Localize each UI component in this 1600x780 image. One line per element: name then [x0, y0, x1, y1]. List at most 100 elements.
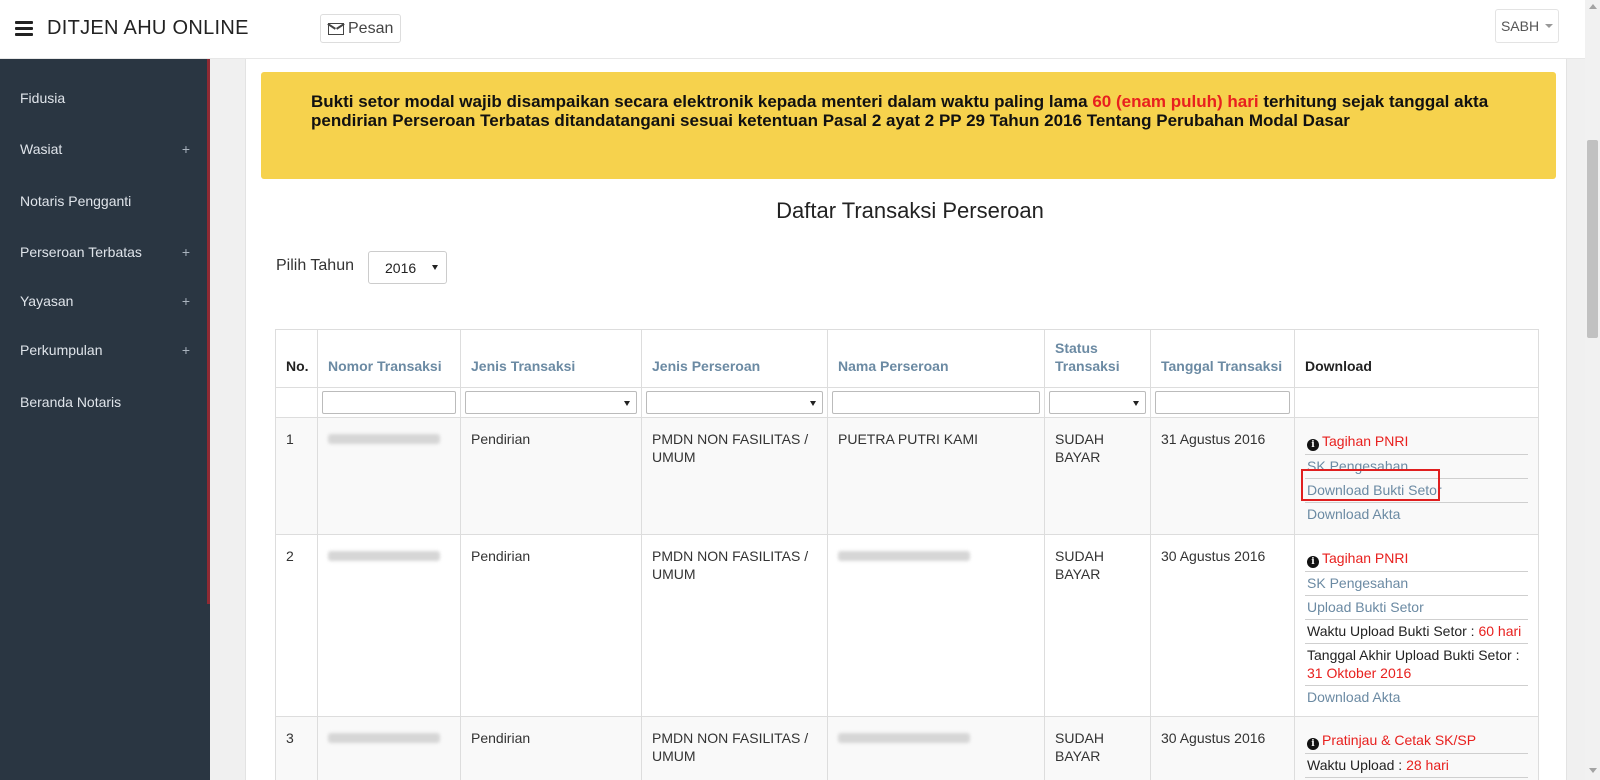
sidebar-item-label: Wasiat: [20, 141, 63, 157]
deadline-value: 28 hari: [1406, 757, 1449, 773]
year-select[interactable]: 2016: [368, 251, 447, 284]
sidebar-item-perseroan-terbatas[interactable]: Perseroan Terbatas +: [20, 240, 190, 264]
sidebar-item-label: Perkumpulan: [20, 342, 103, 358]
sidebar-item-fidusia[interactable]: Fidusia: [20, 86, 190, 110]
redacted-text: [838, 551, 970, 561]
cell-jenis-transaksi: Pendirian: [460, 417, 642, 535]
filter-nama-input[interactable]: [832, 391, 1040, 414]
filter-status-select[interactable]: [1049, 391, 1146, 414]
col-header-status-transaksi[interactable]: Status Transaksi: [1044, 329, 1151, 388]
tagihan-pnri-link[interactable]: i Tagihan PNRI: [1305, 430, 1528, 455]
pratinjau-cetak-link[interactable]: i Pratinjau & Cetak SK/SP: [1305, 729, 1528, 754]
tagihan-pnri-link[interactable]: i Tagihan PNRI: [1305, 547, 1528, 572]
download-akta-link[interactable]: Download Akta: [1305, 686, 1528, 709]
cell-tanggal: 30 Agustus 2016: [1150, 534, 1295, 717]
col-header-nomor-transaksi[interactable]: Nomor Transaksi: [317, 329, 461, 388]
download-akta-link[interactable]: Download Akta: [1305, 503, 1528, 526]
cell-download: i Pratinjau & Cetak SK/SP Waktu Upload : …: [1294, 716, 1539, 780]
cell-jenis-transaksi: Pendirian: [460, 534, 642, 717]
download-bukti-setor-link[interactable]: Download Bukti Setor: [1305, 479, 1528, 503]
redacted-text: [838, 733, 970, 743]
col-header-jenis-transaksi[interactable]: Jenis Transaksi: [460, 329, 642, 388]
cell-download: i Tagihan PNRI SK Pengesahan Upload Bukti…: [1294, 534, 1539, 717]
cell-nama-perseroan: PUETRA PUTRI KAMI: [827, 417, 1045, 535]
year-filter-label: Pilih Tahun: [276, 257, 354, 274]
notice-text: Bukti setor modal wajib disampaikan seca…: [311, 92, 1093, 111]
cell-status: SUDAH BAYAR: [1044, 716, 1151, 780]
sidebar-item-beranda-notaris[interactable]: Beranda Notaris: [20, 390, 190, 414]
sidebar-item-yayasan[interactable]: Yayasan +: [20, 289, 190, 313]
filter-cell-empty: [1294, 387, 1539, 418]
filter-nomor-input[interactable]: [322, 391, 456, 414]
filter-tanggal-input[interactable]: [1155, 391, 1290, 414]
page-scrollbar[interactable]: [1585, 0, 1600, 780]
top-navbar: DITJEN AHU ONLINE Pesan SABH: [0, 0, 1585, 59]
user-menu-button[interactable]: SABH: [1495, 9, 1559, 43]
sidebar: Fidusia Wasiat + Notaris Pengganti Perse…: [0, 59, 210, 780]
scroll-thumb[interactable]: [1587, 140, 1598, 338]
brand-title[interactable]: DITJEN AHU ONLINE: [47, 17, 249, 40]
caret-down-icon: [810, 401, 816, 406]
col-header-jenis-perseroan[interactable]: Jenis Perseroan: [641, 329, 828, 388]
cell-tanggal: 31 Agustus 2016: [1150, 417, 1295, 535]
filter-cell: [827, 387, 1045, 418]
upload-bukti-setor-link[interactable]: Upload Bukti Setor: [1305, 596, 1528, 620]
cell-nama-perseroan: [827, 534, 1045, 717]
expand-plus-icon: +: [181, 141, 190, 157]
deadline-value: 60 hari: [1478, 623, 1522, 639]
deadline-label: Waktu Upload :: [1307, 757, 1407, 773]
sidebar-item-label: Notaris Pengganti: [20, 193, 132, 209]
sidebar-item-label: Beranda Notaris: [20, 394, 122, 410]
sidebar-item-label: Perseroan Terbatas: [20, 244, 142, 260]
cell-no: 1: [275, 417, 318, 535]
cell-no: 3: [275, 716, 318, 780]
transactions-table: No. Nomor Transaksi Jenis Transaksi Jeni…: [275, 329, 1539, 780]
sidebar-item-perkumpulan[interactable]: Perkumpulan +: [20, 338, 190, 362]
cell-nomor-transaksi: [317, 417, 461, 535]
cell-status: SUDAH BAYAR: [1044, 417, 1151, 535]
upload-deadline-days: Waktu Upload Bukti Setor : 60 hari: [1305, 620, 1528, 644]
sidebar-item-notaris-pengganti[interactable]: Notaris Pengganti: [20, 189, 190, 213]
table-row: 2 Pendirian PMDN NON FASILITAS / UMUM SU…: [275, 534, 1539, 717]
cell-nomor-transaksi: [317, 534, 461, 717]
filter-cell: [1044, 387, 1151, 418]
cell-tanggal: 30 Agustus 2016: [1150, 716, 1295, 780]
messages-button[interactable]: Pesan: [320, 14, 402, 43]
filter-jenis-perseroan-select[interactable]: [646, 391, 823, 414]
year-select-value: 2016: [385, 259, 417, 276]
col-header-nama-perseroan[interactable]: Nama Perseroan: [827, 329, 1045, 388]
filter-jenis-transaksi-select[interactable]: [465, 391, 637, 414]
filter-cell: [317, 387, 461, 418]
sidebar-item-label: Fidusia: [20, 90, 66, 106]
cell-nama-perseroan: [827, 716, 1045, 780]
table-header-row: No. Nomor Transaksi Jenis Transaksi Jeni…: [275, 329, 1539, 388]
link-label: Tagihan PNRI: [1322, 550, 1409, 566]
menu-toggle-icon[interactable]: [15, 21, 33, 37]
col-header-tanggal-transaksi[interactable]: Tanggal Transaksi: [1150, 329, 1295, 388]
cell-status: SUDAH BAYAR: [1044, 534, 1151, 717]
table-row: 3 Pendirian PMDN NON FASILITAS / UMUM SU…: [275, 716, 1539, 780]
chevron-down-icon: [1545, 24, 1554, 28]
expand-plus-icon: +: [181, 293, 190, 309]
table-row: 1 Pendirian PMDN NON FASILITAS / UMUM PU…: [275, 417, 1539, 535]
envelope-icon: [328, 22, 344, 35]
scroll-up-icon[interactable]: [1589, 4, 1597, 9]
sidebar-item-wasiat[interactable]: Wasiat +: [20, 137, 190, 161]
scroll-down-icon[interactable]: [1589, 768, 1597, 773]
cell-jenis-transaksi: Pendirian: [460, 716, 642, 780]
user-name: SABH: [1500, 18, 1540, 34]
sk-pengesahan-link[interactable]: SK Pengesahan: [1305, 572, 1528, 596]
deadline-date-label: Tanggal Akhir Upload Bukti Setor :: [1307, 647, 1520, 663]
filter-cell: [641, 387, 828, 418]
sk-pengesahan-link[interactable]: SK Pengesahan: [1305, 455, 1528, 479]
filter-row: [275, 387, 1539, 418]
page-title: Daftar Transaksi Perseroan: [776, 198, 1044, 223]
cell-nomor-transaksi: [317, 716, 461, 780]
cell-jenis-perseroan: PMDN NON FASILITAS / UMUM: [641, 716, 828, 780]
filter-cell: [460, 387, 642, 418]
link-label: Pratinjau & Cetak SK/SP: [1322, 732, 1477, 748]
info-icon: i: [1307, 738, 1319, 750]
upload-deadline-date: Tanggal Akhir Upload Bukti Setor : 31 Ok…: [1305, 644, 1528, 686]
cell-no: 2: [275, 534, 318, 717]
filter-cell-empty: [275, 387, 318, 418]
